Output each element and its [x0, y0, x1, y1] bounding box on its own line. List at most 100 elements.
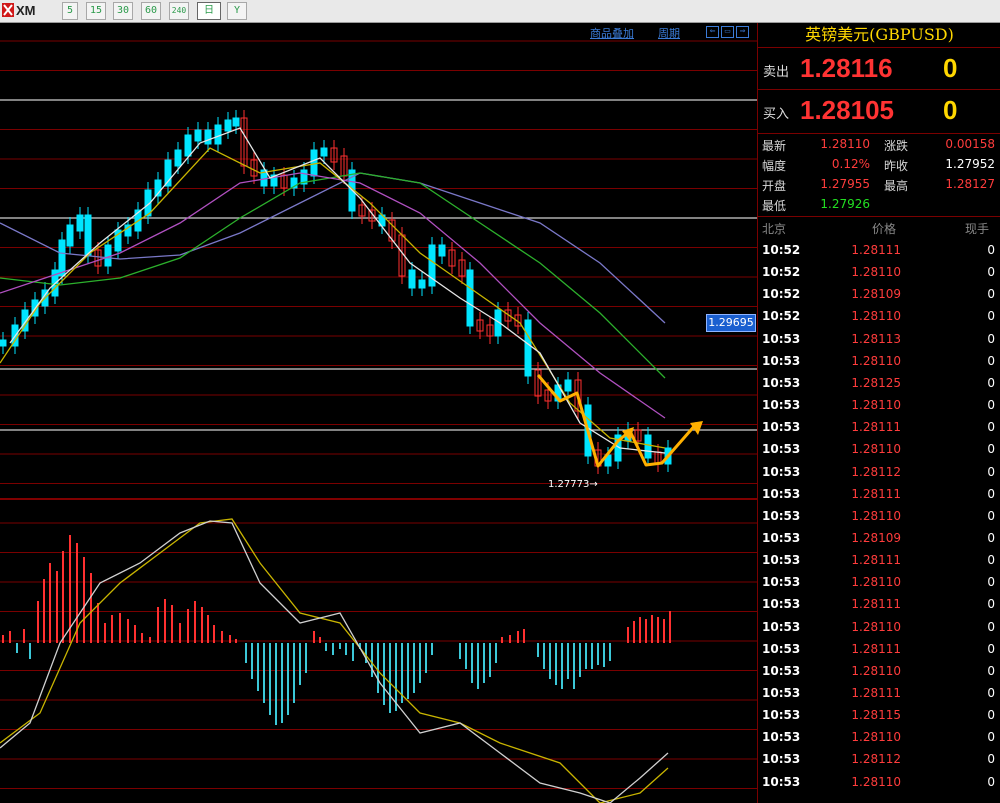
tick-time: 10:53 [762, 619, 801, 634]
tick-volume: 0 [987, 641, 995, 656]
tick-time: 10:53 [762, 442, 801, 457]
tick-price: 1.28111 [851, 243, 901, 257]
candle-body [0, 339, 7, 347]
svg-text:XM: XM [16, 3, 36, 18]
low-price-label: 1.27773→ [548, 479, 598, 490]
tick-row[interactable]: 10:53 1.28110 0 [758, 350, 1000, 372]
candle-body [174, 149, 182, 167]
tick-row[interactable]: 10:53 1.28115 0 [758, 704, 1000, 726]
timeframe-5-button[interactable]: 5 [62, 2, 78, 20]
tick-row[interactable]: 10:53 1.28111 0 [758, 682, 1000, 704]
tick-row[interactable]: 10:53 1.28110 0 [758, 726, 1000, 748]
timeframe-60-button[interactable]: 60 [141, 2, 161, 20]
tick-time: 10:53 [762, 575, 801, 590]
tick-row[interactable]: 10:53 1.28113 0 [758, 328, 1000, 350]
buy-tail: 0 [943, 95, 958, 125]
current-price-tag: 1.29695 [706, 314, 756, 332]
tick-row[interactable]: 10:53 1.28111 0 [758, 416, 1000, 438]
tick-header-time: 北京 [762, 222, 787, 236]
tick-volume: 0 [987, 287, 995, 302]
divider [758, 216, 1000, 217]
candle-body [524, 319, 532, 377]
stat-value: 1.28127 [945, 177, 995, 191]
stat-value: 1.28110 [820, 137, 870, 151]
tick-row[interactable]: 10:53 1.28110 0 [758, 394, 1000, 416]
tick-row[interactable]: 10:53 1.28110 0 [758, 438, 1000, 460]
timeframe-y-button[interactable]: Y [227, 2, 247, 20]
tick-volume: 0 [987, 309, 995, 324]
candle-body [408, 269, 416, 289]
candle-body [438, 244, 446, 257]
tick-volume: 0 [987, 420, 995, 435]
buy-row[interactable]: 买入 1.28105 0 [758, 91, 1000, 131]
tick-volume: 0 [987, 686, 995, 700]
tick-price: 1.28111 [851, 553, 901, 568]
candle-body [644, 434, 652, 459]
candle-body [194, 129, 202, 142]
timeframe-30-button[interactable]: 30 [113, 2, 133, 20]
tick-price: 1.28110 [851, 353, 901, 368]
sell-tail: 0 [943, 53, 958, 83]
tick-price: 1.28110 [851, 442, 901, 457]
tick-volume: 0 [987, 619, 995, 634]
tick-row[interactable]: 10:53 1.28110 0 [758, 616, 1000, 638]
tick-row[interactable]: 10:53 1.28111 0 [758, 549, 1000, 571]
tick-time: 10:53 [762, 730, 801, 745]
toolbar: XM 5 15 30 60 240 日 Y [0, 0, 1000, 23]
tick-row[interactable]: 10:53 1.28112 0 [758, 748, 1000, 770]
candlestick-chart[interactable] [0, 23, 757, 803]
tick-price: 1.28111 [851, 597, 901, 612]
candle-body [466, 269, 474, 327]
tick-volume: 0 [987, 265, 995, 280]
timeframe-240-button[interactable]: 240 [169, 2, 189, 20]
timeframe-15-button[interactable]: 15 [86, 2, 106, 20]
tick-volume: 0 [987, 331, 995, 346]
tick-row[interactable]: 10:53 1.28112 0 [758, 461, 1000, 483]
tick-row[interactable]: 10:53 1.28111 0 [758, 593, 1000, 615]
tick-price: 1.28115 [851, 708, 901, 723]
sell-row[interactable]: 卖出 1.28116 0 [758, 49, 1000, 89]
stat-label: 昨收 [884, 159, 909, 173]
stat-label: 最新 [762, 139, 787, 153]
tick-row[interactable]: 10:53 1.28109 0 [758, 527, 1000, 549]
tick-row[interactable]: 10:53 1.28111 0 [758, 483, 1000, 505]
tick-row[interactable]: 10:53 1.28110 0 [758, 571, 1000, 593]
tick-volume: 0 [987, 663, 995, 678]
ma-green-line [0, 172, 666, 379]
tick-price: 1.28109 [851, 287, 901, 302]
tick-price: 1.28110 [851, 575, 901, 590]
tick-price: 1.28112 [851, 464, 901, 479]
candle-body [76, 214, 84, 232]
tick-volume: 0 [987, 730, 995, 745]
tick-row[interactable]: 10:52 1.28110 0 [758, 305, 1000, 327]
tick-row[interactable]: 10:52 1.28111 0 [758, 239, 1000, 261]
tick-time: 10:52 [762, 243, 801, 257]
tick-row[interactable]: 10:52 1.28109 0 [758, 283, 1000, 305]
candle-body [58, 239, 66, 277]
tick-volume: 0 [987, 752, 995, 767]
tick-price: 1.28109 [851, 530, 901, 545]
candle-body [418, 279, 426, 289]
candle-body [184, 134, 192, 157]
tick-row[interactable]: 10:53 1.28110 0 [758, 505, 1000, 527]
tick-row[interactable]: 10:53 1.28110 0 [758, 771, 1000, 793]
tick-volume: 0 [987, 375, 995, 390]
stat-value: 1.27926 [820, 197, 870, 211]
tick-time: 10:53 [762, 641, 801, 656]
tick-volume: 0 [987, 464, 995, 479]
tick-row[interactable]: 10:53 1.28111 0 [758, 638, 1000, 660]
tick-price: 1.28110 [851, 663, 901, 678]
tick-row[interactable]: 10:53 1.28110 0 [758, 660, 1000, 682]
stat-value: 1.27955 [820, 177, 870, 191]
tick-time: 10:53 [762, 774, 801, 789]
tick-price: 1.28111 [851, 486, 901, 501]
tick-volume: 0 [987, 708, 995, 723]
divider [758, 133, 1000, 134]
tick-row[interactable]: 10:52 1.28110 0 [758, 261, 1000, 283]
tick-header-price: 价格 [872, 222, 897, 236]
tick-row[interactable]: 10:53 1.28125 0 [758, 372, 1000, 394]
chart-area[interactable]: 商品叠加 周期 ⇐ ▭ ⇒ 1.29695 1.27773→ [0, 23, 757, 803]
candle-body [232, 117, 240, 127]
timeframe-daily-button[interactable]: 日 [197, 2, 221, 20]
tick-volume: 0 [987, 575, 995, 590]
